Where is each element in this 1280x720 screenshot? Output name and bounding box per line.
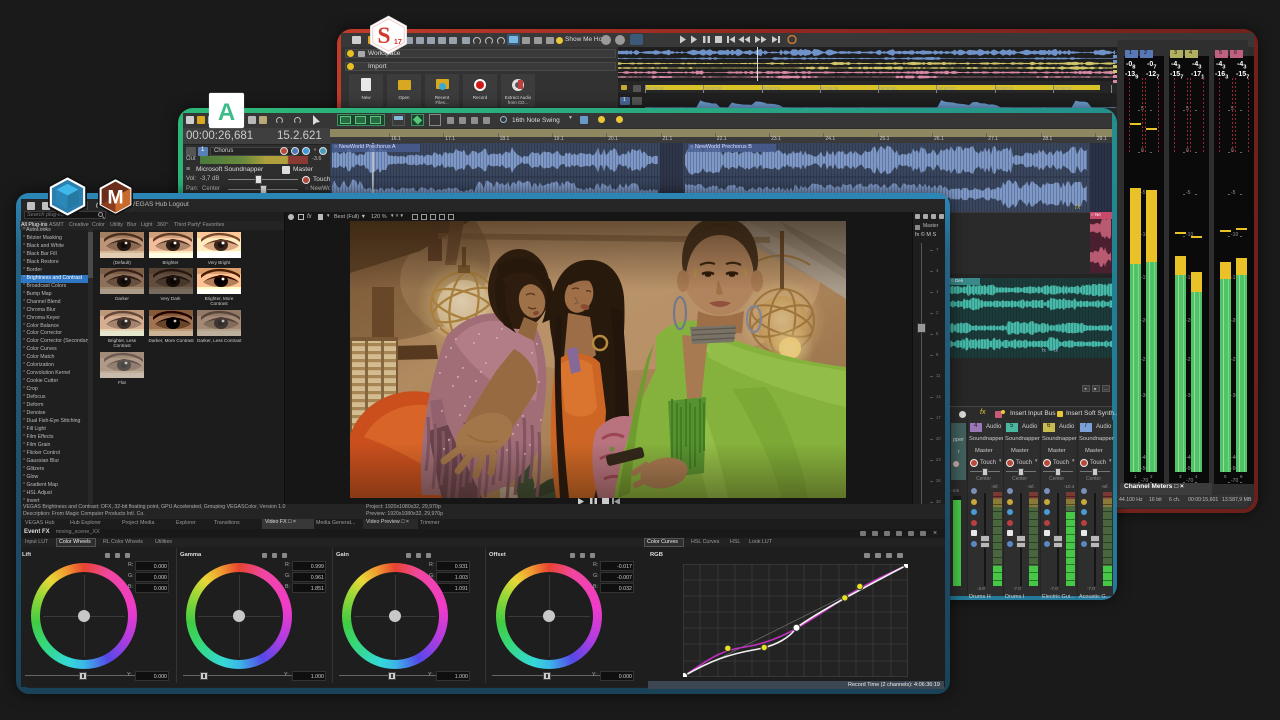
svg-text:17: 17 <box>394 37 402 46</box>
svg-text:M: M <box>107 188 123 209</box>
svg-text:S: S <box>377 23 390 49</box>
svg-text:A: A <box>218 99 235 126</box>
